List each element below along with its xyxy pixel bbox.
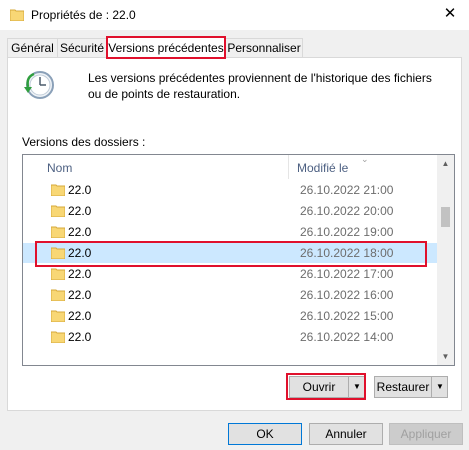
item-name: 22.0 [68,225,92,239]
list-item[interactable]: 22.0 26.10.2022 21:00 [23,180,437,200]
tab-previous-versions[interactable]: Versions précédentes [106,36,226,59]
cancel-button[interactable]: Annuler [309,423,383,445]
description-text: Les versions précédentes proviennent de … [88,71,432,101]
folder-icon [51,331,65,343]
restore-split-button[interactable]: Restaurer ▼ [374,376,448,398]
item-name: 22.0 [68,330,92,344]
tab-customize[interactable]: Personnaliser [225,38,303,58]
scroll-up-arrow-icon[interactable]: ▲ [437,155,454,172]
window-title: Propriétés de : 22.0 [31,8,136,22]
column-header-modified[interactable]: Modifié le [297,161,348,175]
vertical-scrollbar[interactable]: ▲ ▼ [437,155,454,365]
item-date: 26.10.2022 19:00 [300,225,394,239]
item-name: 22.0 [68,288,92,302]
item-name: 22.0 [68,267,92,281]
folder-icon [51,289,65,301]
item-date: 26.10.2022 21:00 [300,183,394,197]
list-item[interactable]: 22.0 26.10.2022 16:00 [23,285,437,305]
versions-list[interactable]: Nom Modifié le ⌄ 22.0 26.10.2022 21:00 2… [22,154,455,366]
restore-button-label[interactable]: Restaurer [375,377,431,397]
list-item[interactable]: 22.0 26.10.2022 14:00 [23,327,437,347]
item-date: 26.10.2022 15:00 [300,309,394,323]
scrollbar-thumb[interactable] [441,207,450,227]
folder-icon [51,310,65,322]
scroll-down-arrow-icon[interactable]: ▼ [437,348,454,365]
list-item[interactable]: 22.0 26.10.2022 20:00 [23,201,437,221]
item-date: 26.10.2022 16:00 [300,288,394,302]
open-split-button[interactable]: Ouvrir ▼ [289,376,365,398]
item-name: 22.0 [68,309,92,323]
list-item-selected[interactable]: 22.0 26.10.2022 18:00 [23,243,437,263]
versions-label: Versions des dossiers : [22,135,146,149]
open-dropdown-arrow-icon[interactable]: ▼ [348,377,365,397]
item-date: 26.10.2022 18:00 [300,246,394,260]
tab-security[interactable]: Sécurité [57,38,107,58]
item-date: 26.10.2022 20:00 [300,204,394,218]
list-item[interactable]: 22.0 26.10.2022 19:00 [23,222,437,242]
folder-icon [51,205,65,217]
list-item[interactable]: 22.0 26.10.2022 15:00 [23,306,437,326]
title-bar: Propriétés de : 22.0 ✕ [0,0,469,30]
item-date: 26.10.2022 14:00 [300,330,394,344]
tab-general[interactable]: Général [7,38,58,58]
item-date: 26.10.2022 17:00 [300,267,394,281]
restore-dropdown-arrow-icon[interactable]: ▼ [431,377,448,397]
item-name: 22.0 [68,204,92,218]
previous-versions-panel: Les versions précédentes proviennent de … [7,57,462,411]
column-separator [288,155,289,179]
item-name: 22.0 [68,183,92,197]
close-button[interactable]: ✕ [438,3,462,25]
folder-icon [51,184,65,196]
open-button-label[interactable]: Ouvrir [290,377,348,397]
column-header-name[interactable]: Nom [47,161,72,175]
restore-clock-icon [24,71,54,99]
folder-icon [51,268,65,280]
apply-button[interactable]: Appliquer [389,423,463,445]
sort-arrow-icon: ⌄ [361,154,369,164]
ok-button[interactable]: OK [228,423,302,445]
folder-icon [10,9,24,21]
list-header: Nom Modifié le ⌄ [23,155,437,179]
list-item[interactable]: 22.0 26.10.2022 17:00 [23,264,437,284]
folder-icon [51,247,65,259]
folder-icon [51,226,65,238]
item-name: 22.0 [68,246,92,260]
